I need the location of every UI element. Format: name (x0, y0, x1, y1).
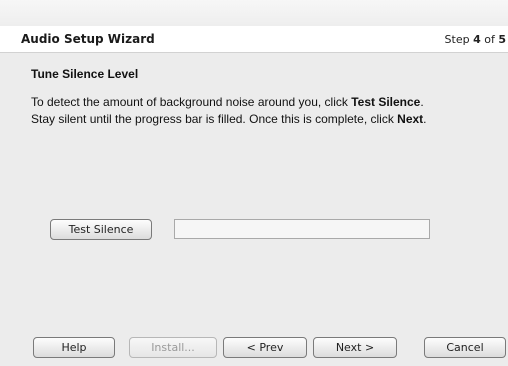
prev-button[interactable]: < Prev (223, 337, 307, 358)
step-of: of (480, 33, 499, 46)
window-titlebar (0, 0, 508, 26)
line2-suffix: . (423, 112, 427, 126)
wizard-content: Tune Silence Level To detect the amount … (0, 53, 508, 366)
instructions-line-2: Stay silent until the progress bar is fi… (31, 111, 427, 128)
step-current: 4 (473, 33, 481, 46)
wizard-title: Audio Setup Wizard (21, 32, 155, 46)
audio-setup-wizard-window: Audio Setup Wizard Step 4 of 5 Tune Sile… (0, 0, 508, 366)
silence-progress-bar (174, 219, 430, 239)
next-button[interactable]: Next > (313, 337, 397, 358)
step-total: 5 (498, 33, 506, 46)
instructions-line-1: To detect the amount of background noise… (31, 94, 427, 111)
test-silence-button[interactable]: Test Silence (50, 219, 152, 240)
wizard-header: Audio Setup Wizard Step 4 of 5 (0, 26, 508, 53)
line1-prefix: To detect the amount of background noise… (31, 95, 352, 109)
line1-bold: Test Silence (351, 95, 421, 109)
step-indicator: Step 4 of 5 (445, 33, 506, 46)
help-button[interactable]: Help (33, 337, 115, 358)
install-button[interactable]: Install... (129, 337, 217, 358)
line2-prefix: Stay silent until the progress bar is fi… (31, 112, 398, 126)
line2-bold: Next (397, 112, 424, 126)
section-title: Tune Silence Level (31, 67, 139, 81)
instructions: To detect the amount of background noise… (31, 94, 427, 128)
step-prefix: Step (444, 33, 474, 46)
line1-suffix: . (420, 95, 424, 109)
cancel-button[interactable]: Cancel (424, 337, 506, 358)
